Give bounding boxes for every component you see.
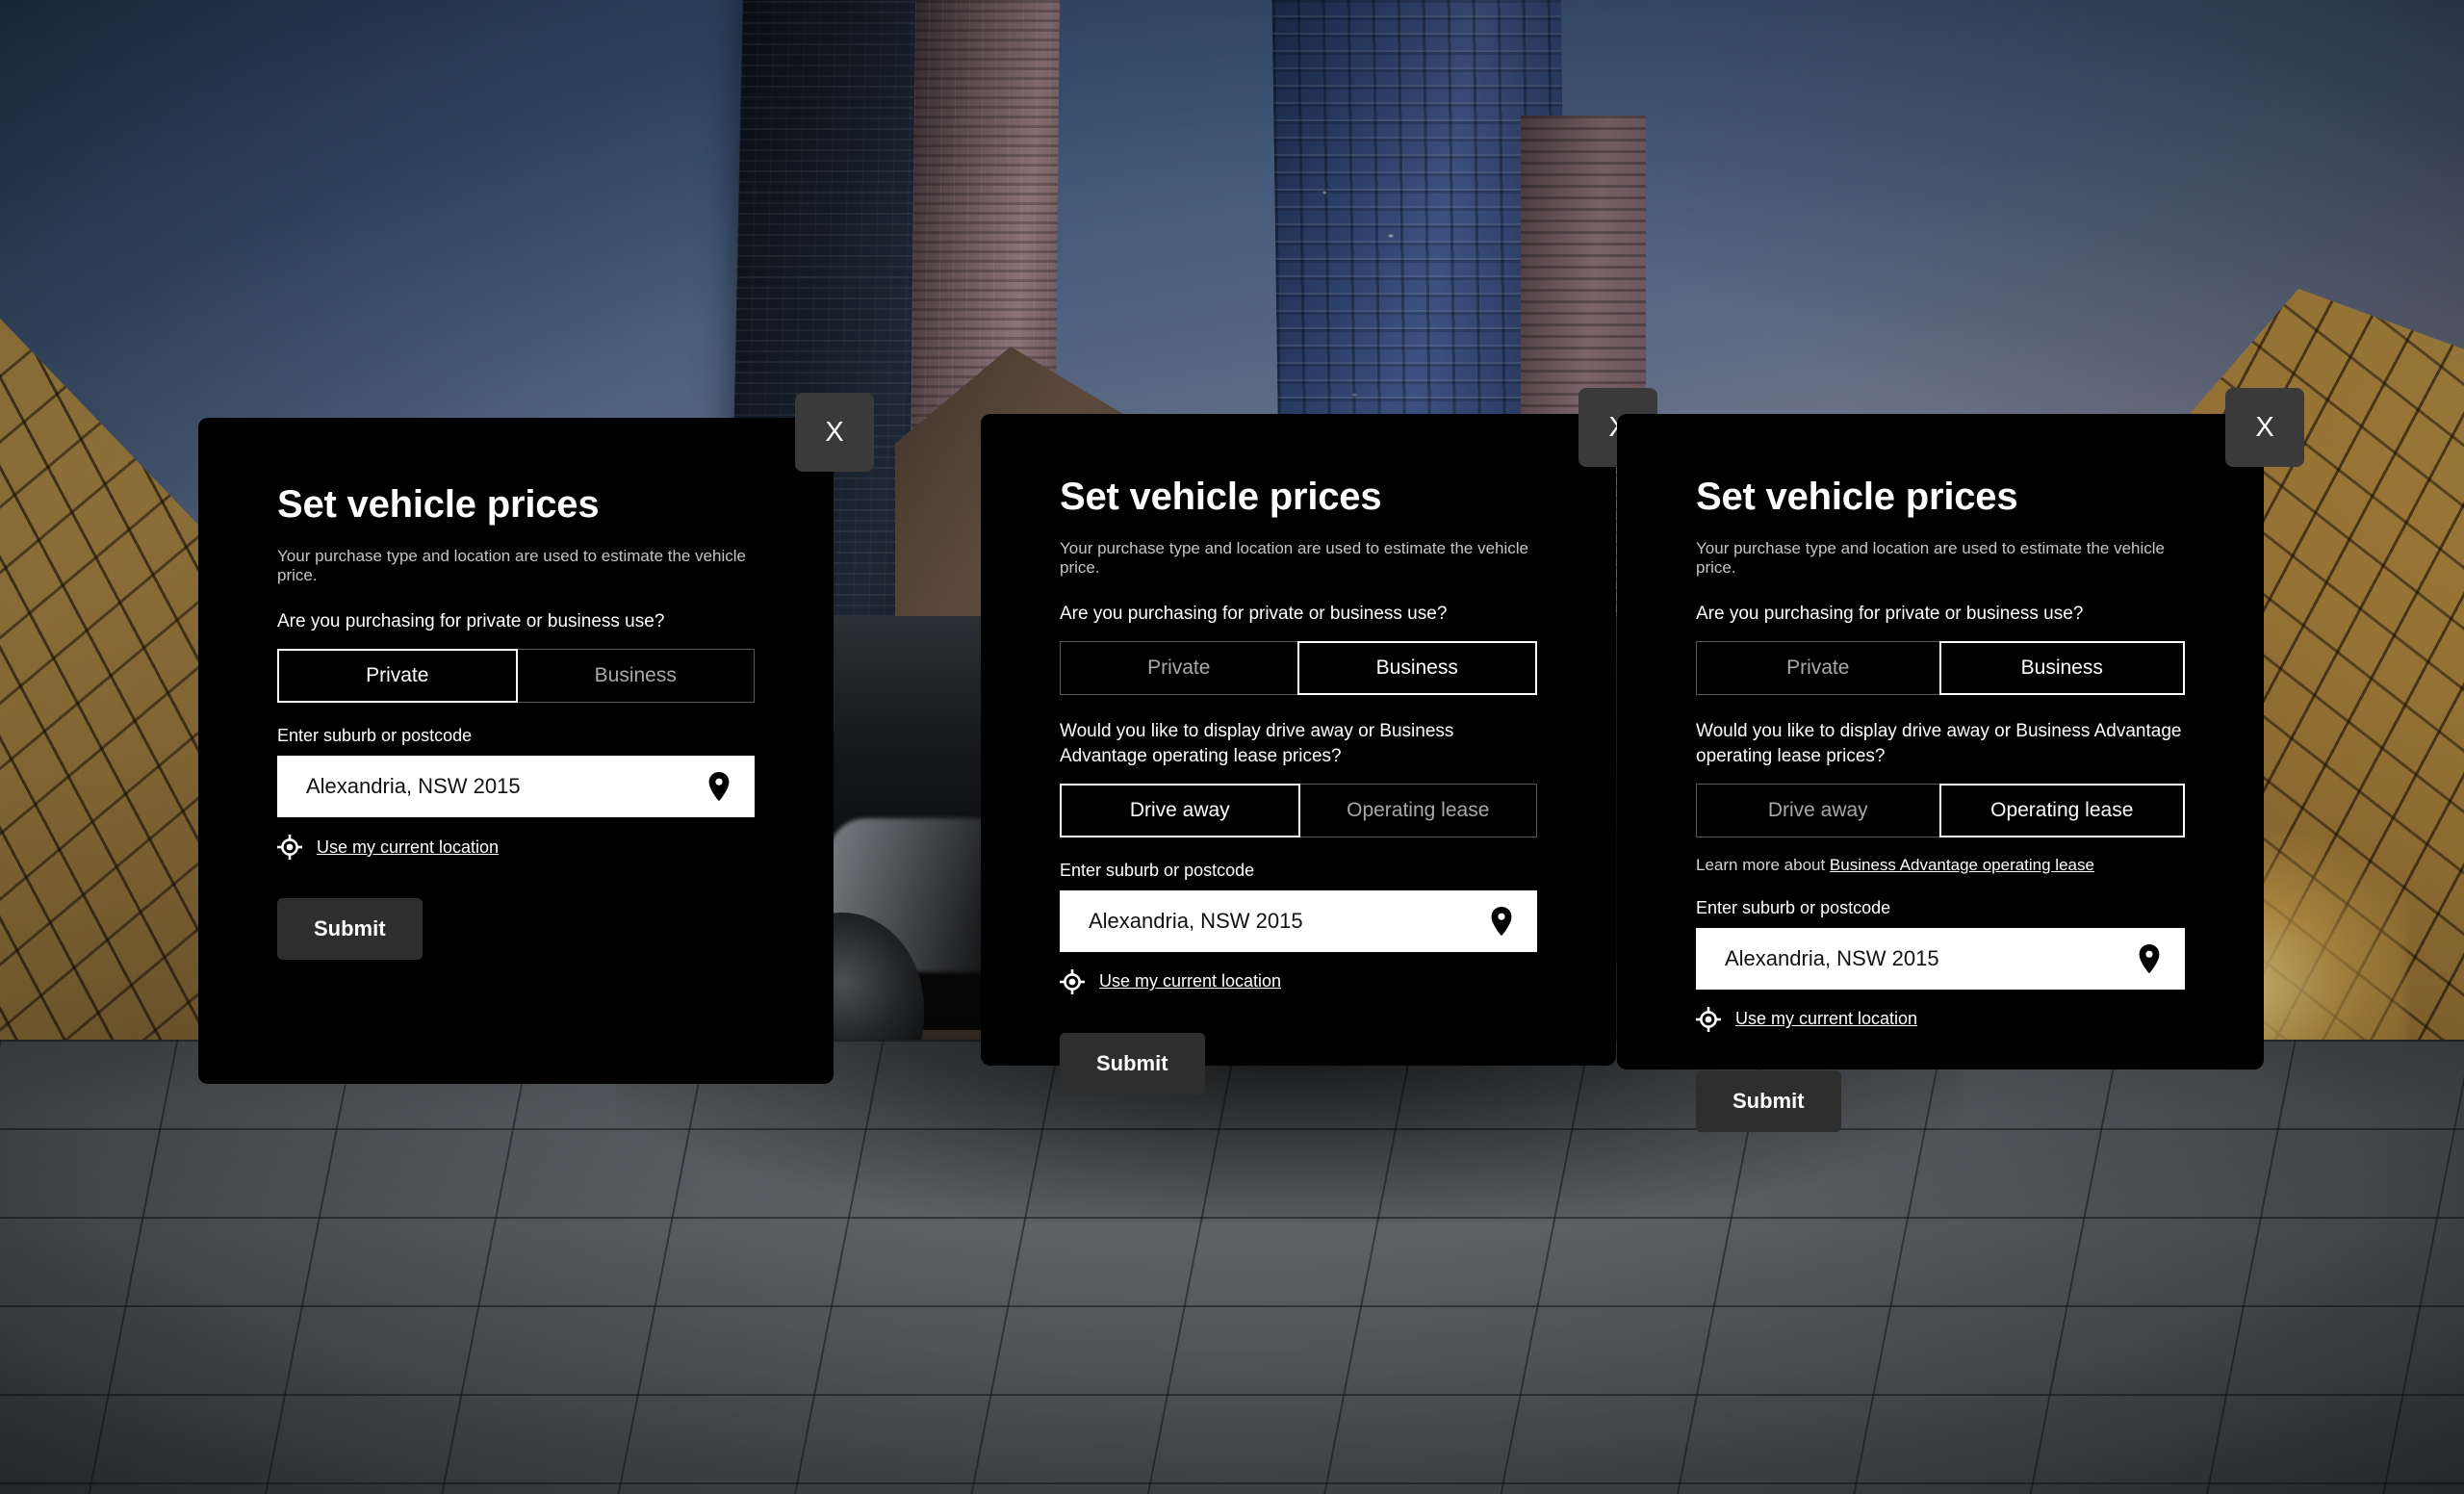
use-my-current-location-button[interactable]: Use my current location <box>277 835 500 861</box>
suburb-or-postcode-input[interactable] <box>1060 889 1537 952</box>
set-vehicle-prices-modal-3: X Set vehicle prices Your purchase type … <box>1617 388 2304 1132</box>
price-type-toggle-group: Drive away Operating lease <box>1696 783 2185 837</box>
close-icon[interactable]: X <box>795 393 874 472</box>
page-title: Set vehicle prices <box>277 483 600 526</box>
location-field-label: Enter suburb or postcode <box>1696 897 1891 917</box>
location-input-wrapper[interactable] <box>277 756 755 818</box>
business-advantage-operating-lease-link[interactable]: Business Advantage operating lease <box>1830 856 2094 874</box>
use-my-current-location-label: Use my current location <box>317 837 500 857</box>
purchase-type-question: Are you purchasing for private or busine… <box>1060 604 1448 624</box>
modal-content: Set vehicle prices Your purchase type an… <box>1617 414 2264 1132</box>
location-field-label: Enter suburb or postcode <box>1060 860 1255 880</box>
page-title: Set vehicle prices <box>1696 476 2018 518</box>
use-my-current-location-button[interactable]: Use my current location <box>1060 968 1282 994</box>
location-input-wrapper[interactable] <box>1696 927 2185 990</box>
learn-more-text: Learn more about Business Advantage oper… <box>1696 856 2185 875</box>
purchase-type-option-business[interactable]: Business <box>1296 641 1537 696</box>
crosshair-icon <box>277 835 302 861</box>
use-my-current-location-label: Use my current location <box>1735 1009 1918 1029</box>
modal-content: Set vehicle prices Your purchase type an… <box>981 414 1616 1095</box>
use-my-current-location-button[interactable]: Use my current location <box>1696 1006 1918 1032</box>
price-type-option-operating-lease[interactable]: Operating lease <box>1938 783 2185 837</box>
price-type-option-drive-away[interactable]: Drive away <box>1696 783 1940 837</box>
purchase-type-option-private[interactable]: Private <box>1060 641 1298 696</box>
use-my-current-location-label: Use my current location <box>1099 971 1282 992</box>
price-type-option-drive-away[interactable]: Drive away <box>1060 783 1300 837</box>
price-type-question: Would you like to display drive away or … <box>1060 721 1454 766</box>
location-input-wrapper[interactable] <box>1060 889 1537 952</box>
set-vehicle-prices-modal-2: X Set vehicle prices Your purchase type … <box>981 388 1657 1095</box>
purchase-type-question: Are you purchasing for private or busine… <box>277 611 665 631</box>
set-vehicle-prices-modal-1: X Set vehicle prices Your purchase type … <box>198 393 874 1084</box>
submit-button[interactable]: Submit <box>1696 1069 1841 1132</box>
location-field-label: Enter suburb or postcode <box>277 726 473 746</box>
modal-content: Set vehicle prices Your purchase type an… <box>198 418 834 961</box>
modal-subtitle: Your purchase type and location are used… <box>1060 539 1529 577</box>
submit-button[interactable]: Submit <box>277 898 423 961</box>
close-icon[interactable]: X <box>2225 388 2304 467</box>
price-type-question: Would you like to display drive away or … <box>1696 721 2182 766</box>
crosshair-icon <box>1060 968 1085 994</box>
purchase-type-toggle-group: Private Business <box>1060 641 1537 696</box>
modal-subtitle: Your purchase type and location are used… <box>277 547 747 584</box>
suburb-or-postcode-input[interactable] <box>1696 927 2185 990</box>
purchase-type-toggle-group: Private Business <box>1696 641 2185 696</box>
modal-subtitle: Your purchase type and location are used… <box>1696 539 2166 577</box>
purchase-type-option-business[interactable]: Business <box>1938 641 2185 696</box>
suburb-or-postcode-input[interactable] <box>277 756 755 818</box>
page-title: Set vehicle prices <box>1060 476 1382 518</box>
purchase-type-option-private[interactable]: Private <box>277 649 518 704</box>
price-type-option-operating-lease[interactable]: Operating lease <box>1298 783 1537 837</box>
price-type-toggle-group: Drive away Operating lease <box>1060 783 1537 837</box>
purchase-type-toggle-group: Private Business <box>277 649 755 704</box>
purchase-type-question: Are you purchasing for private or busine… <box>1696 604 2084 624</box>
submit-button[interactable]: Submit <box>1060 1032 1205 1095</box>
purchase-type-option-private[interactable]: Private <box>1696 641 1940 696</box>
crosshair-icon <box>1696 1006 1721 1032</box>
learn-more-prefix: Learn more about <box>1696 855 1830 874</box>
purchase-type-option-business[interactable]: Business <box>516 649 755 704</box>
